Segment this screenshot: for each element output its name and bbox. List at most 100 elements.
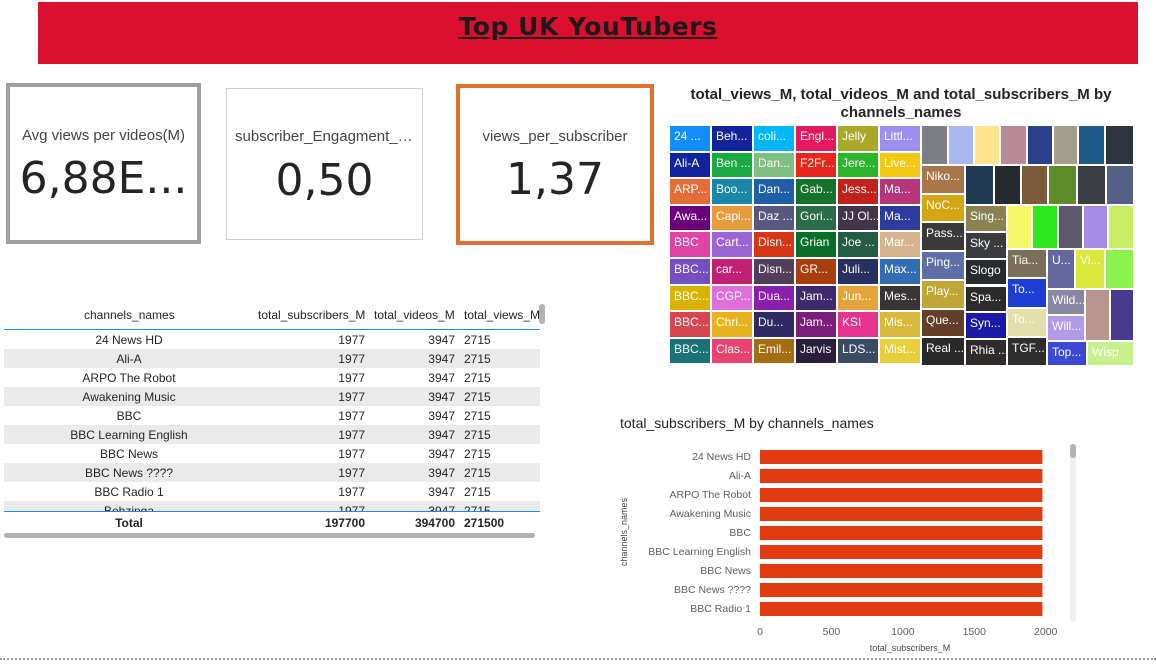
treemap-cell[interactable]: KSI <box>837 311 879 338</box>
treemap-cell[interactable] <box>994 165 1021 205</box>
treemap-cell[interactable]: Engl... <box>795 125 837 152</box>
bar[interactable] <box>760 602 1043 616</box>
treemap-cell[interactable]: Dua... <box>753 284 795 312</box>
column-header-videos[interactable]: total_videos_M <box>374 308 455 322</box>
treemap-cell[interactable]: BBC... <box>669 284 711 312</box>
treemap-cell[interactable] <box>1058 205 1083 249</box>
treemap-cell[interactable]: Spa... <box>965 285 1007 313</box>
treemap-cell[interactable]: BBC... <box>669 258 711 285</box>
treemap-cell[interactable]: Dan... <box>753 178 795 205</box>
bar-chart[interactable]: 24 News HD Ali-A ARPO The Robot Awakening M… <box>610 440 1090 655</box>
treemap-cell[interactable]: Syn... <box>965 312 1007 340</box>
bar[interactable] <box>760 583 1043 597</box>
table-row[interactable]: BBC Learning English 1977 3947 2715 <box>4 425 540 444</box>
treemap-cell[interactable]: car... <box>711 258 753 285</box>
treemap-cell[interactable]: Jess... <box>837 178 879 205</box>
treemap-cell[interactable]: Mes... <box>879 284 921 312</box>
table-row[interactable]: Ali-A 1977 3947 2715 <box>4 349 540 368</box>
treemap-cell[interactable] <box>1027 125 1053 165</box>
treemap-cell[interactable] <box>1110 289 1134 341</box>
treemap-cell[interactable]: Juli... <box>837 258 879 285</box>
treemap[interactable]: 24 ... Beh... coli... Engl... Jelly Littl... A… <box>669 125 1134 366</box>
treemap-cell[interactable]: LDS... <box>837 337 879 365</box>
treemap-cell[interactable]: Jarvis <box>795 337 837 365</box>
treemap-cell[interactable]: Jun... <box>837 284 879 312</box>
kpi-card-engagement[interactable]: subscriber_Engagment_ra... 0,50 <box>226 88 423 240</box>
treemap-cell[interactable] <box>965 165 994 205</box>
treemap-cell[interactable] <box>1032 205 1058 249</box>
treemap-cell[interactable]: TGF... <box>1007 336 1047 366</box>
treemap-cell[interactable]: GR... <box>795 258 837 285</box>
treemap-cell[interactable]: Mis... <box>879 311 921 338</box>
treemap-cell[interactable]: Ma... <box>879 204 921 232</box>
treemap-cell[interactable]: Ben ... <box>711 151 753 179</box>
treemap-cell[interactable]: CGP... <box>711 284 753 312</box>
treemap-cell[interactable]: Pass... <box>921 222 965 252</box>
column-header-subscribers[interactable]: total_subscribers_M <box>258 308 365 322</box>
chart-scrollbar[interactable] <box>1070 444 1076 458</box>
treemap-cell[interactable] <box>1021 165 1048 205</box>
treemap-cell[interactable]: ARP... <box>669 178 711 205</box>
kpi-card-avg-views[interactable]: Avg views per videos(M) 6,88E... <box>6 83 201 244</box>
treemap-cell[interactable]: JJ Ol... <box>837 204 879 232</box>
treemap-cell[interactable]: Ping... <box>921 251 965 280</box>
treemap-cell[interactable]: NoC... <box>921 193 965 223</box>
treemap-cell[interactable] <box>1053 125 1078 165</box>
treemap-cell[interactable]: coli... <box>753 125 795 152</box>
bar[interactable] <box>760 469 1043 483</box>
treemap-cell[interactable]: Wisp <box>1087 341 1134 366</box>
treemap-cell[interactable] <box>1085 289 1110 341</box>
treemap-cell[interactable] <box>921 125 948 165</box>
treemap-cell[interactable] <box>1108 205 1134 249</box>
treemap-cell[interactable]: Capi... <box>711 204 753 232</box>
bar[interactable] <box>760 545 1043 559</box>
treemap-cell[interactable]: Jam... <box>795 311 837 338</box>
bar[interactable] <box>760 450 1043 464</box>
treemap-cell[interactable]: Daz ... <box>753 204 795 232</box>
treemap-cell[interactable]: Sky ... <box>965 231 1007 259</box>
treemap-cell[interactable]: Ali-A <box>669 151 711 179</box>
treemap-cell[interactable]: Slogo <box>965 258 1007 286</box>
table-row[interactable]: BBC 1977 3947 2715 <box>4 406 540 425</box>
kpi-card-views-per-subscriber[interactable]: views_per_subscriber 1,37 <box>456 84 654 245</box>
treemap-cell[interactable]: Sing... <box>965 205 1007 232</box>
treemap-cell[interactable]: Grian <box>795 231 837 258</box>
treemap-cell[interactable]: Joe ... <box>837 231 879 258</box>
treemap-cell[interactable] <box>1077 165 1106 205</box>
treemap-cell[interactable]: To... <box>1007 307 1047 337</box>
treemap-cell[interactable] <box>1078 125 1105 165</box>
treemap-cell[interactable]: Beh... <box>711 125 753 152</box>
table-row[interactable]: 24 News HD 1977 3947 2715 <box>4 330 540 349</box>
treemap-cell[interactable]: Cart... <box>711 231 753 258</box>
treemap-cell[interactable] <box>974 125 1000 165</box>
treemap-cell[interactable]: Rhia ... <box>965 339 1007 366</box>
treemap-cell[interactable]: U... <box>1047 249 1075 289</box>
bar[interactable] <box>760 507 1043 521</box>
table-row[interactable]: BBC Radio 1 1977 3947 2715 <box>4 482 540 501</box>
treemap-cell[interactable] <box>1105 249 1134 289</box>
table-row[interactable]: BBC News ???? 1977 3947 2715 <box>4 463 540 482</box>
table-row[interactable]: Awakening Music 1977 3947 2715 <box>4 387 540 406</box>
treemap-cell[interactable]: Awa... <box>669 204 711 232</box>
treemap-cell[interactable]: Will... <box>1047 315 1085 341</box>
treemap-cell[interactable]: Mar... <box>879 231 921 258</box>
table-row[interactable]: Behzinga 1977 3947 2715 <box>4 501 540 511</box>
treemap-cell[interactable]: 24 ... <box>669 125 711 152</box>
treemap-cell[interactable]: Dan... <box>753 151 795 179</box>
treemap-cell[interactable]: Tia... <box>1007 249 1047 279</box>
bar[interactable] <box>760 564 1043 578</box>
treemap-cell[interactable]: Niko... <box>921 165 965 194</box>
treemap-cell[interactable] <box>1048 165 1077 205</box>
treemap-cell[interactable]: Littl... <box>879 125 921 152</box>
treemap-cell[interactable]: Gab... <box>795 178 837 205</box>
table-horizontal-scrollbar[interactable] <box>4 533 535 538</box>
treemap-cell[interactable]: Live... <box>879 151 921 179</box>
table-row[interactable]: BBC News 1977 3947 2715 <box>4 444 540 463</box>
treemap-cell[interactable]: Jelly <box>837 125 879 152</box>
treemap-cell[interactable]: Que... <box>921 308 965 338</box>
treemap-cell[interactable]: Emil... <box>753 337 795 365</box>
table-row[interactable]: ARPO The Robot 1977 3947 2715 <box>4 368 540 387</box>
treemap-cell[interactable] <box>948 125 974 165</box>
treemap-cell[interactable]: Ma... <box>879 178 921 205</box>
treemap-cell[interactable]: Play... <box>921 279 965 309</box>
